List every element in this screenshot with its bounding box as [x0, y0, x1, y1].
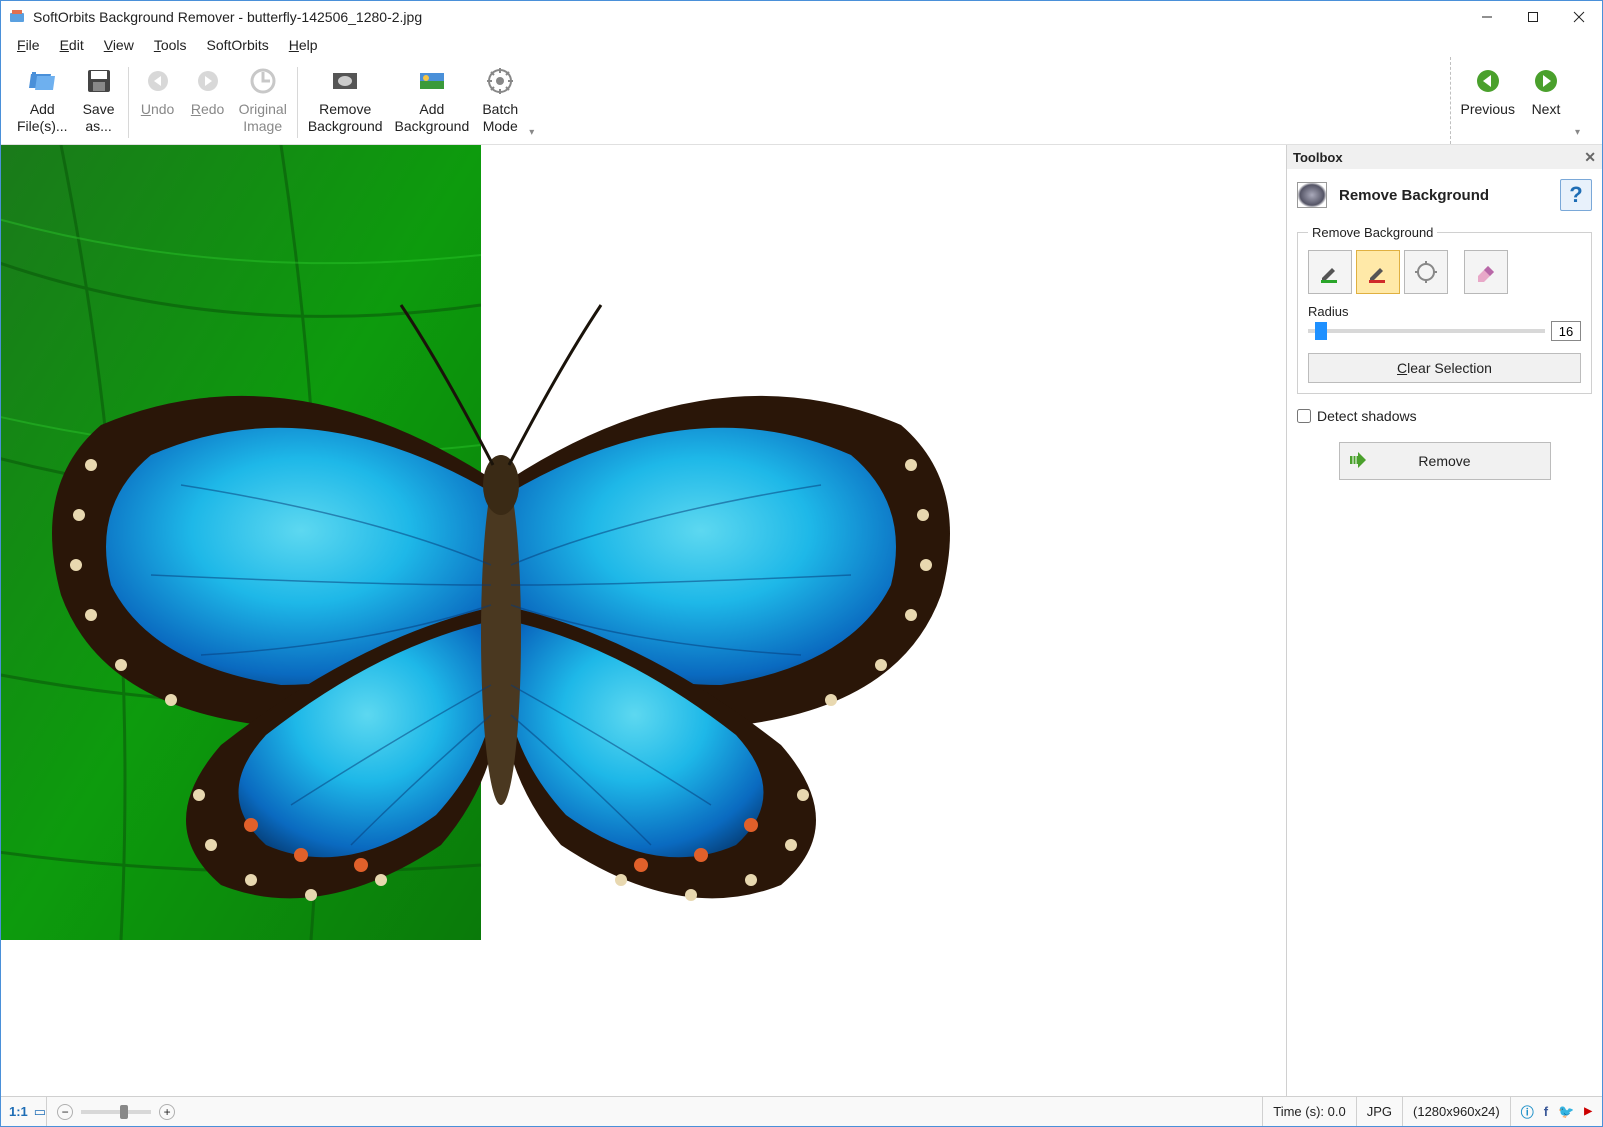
loaded-image	[1, 145, 965, 940]
zoom-out-button[interactable]: −	[57, 1104, 73, 1120]
next-button[interactable]: Next	[1521, 63, 1571, 120]
toolbox-close-icon[interactable]: ✕	[1584, 149, 1596, 166]
previous-button[interactable]: Previous	[1455, 63, 1521, 120]
detect-shadows-row[interactable]: Detect shadows	[1297, 408, 1592, 424]
radius-label: Radius	[1308, 304, 1581, 319]
radius-slider[interactable]	[1308, 329, 1545, 333]
remove-background-label: Remove Background	[308, 101, 383, 135]
remove-button[interactable]: Remove	[1339, 442, 1551, 480]
add-background-label: Add Background	[395, 101, 470, 135]
redo-button[interactable]: Redo	[183, 63, 233, 120]
remove-background-thumb-icon	[1297, 182, 1327, 208]
undo-label: Undo	[141, 101, 174, 118]
marker-red-button[interactable]	[1356, 250, 1400, 294]
toolbar: Add File(s)... Save as... Undo Redo Orig…	[1, 57, 1602, 145]
maximize-button[interactable]	[1510, 1, 1556, 33]
remove-background-icon	[329, 65, 361, 97]
zoom-in-button[interactable]: +	[159, 1104, 175, 1120]
redo-icon	[192, 65, 224, 97]
radius-slider-thumb[interactable]	[1315, 322, 1327, 340]
save-as-label: Save as...	[83, 101, 115, 135]
clear-selection-button[interactable]: Clear Selection	[1308, 353, 1581, 383]
menubar: File Edit View Tools SoftOrbits Help	[1, 33, 1602, 57]
social-links: ⓘ f 🐦 ▶	[1510, 1097, 1602, 1126]
menu-view[interactable]: View	[100, 35, 138, 55]
original-image-button[interactable]: Original Image	[233, 63, 293, 137]
menu-tools[interactable]: Tools	[150, 35, 191, 55]
remove-background-button[interactable]: Remove Background	[302, 63, 389, 137]
nav-overflow-icon[interactable]: ▾	[1571, 127, 1584, 138]
window-controls	[1464, 1, 1602, 33]
undo-button[interactable]: Undo	[133, 63, 183, 120]
previous-icon	[1472, 65, 1504, 97]
info-icon[interactable]: ⓘ	[1521, 1102, 1534, 1121]
add-files-icon	[26, 65, 58, 97]
help-button[interactable]: ?	[1560, 179, 1592, 211]
save-icon	[83, 65, 115, 97]
original-image-icon	[247, 65, 279, 97]
zoom-ratio[interactable]: 1:1	[9, 1104, 28, 1119]
app-icon	[9, 9, 25, 25]
batch-mode-icon	[484, 65, 516, 97]
auto-detect-button[interactable]	[1404, 250, 1448, 294]
remove-background-group: Remove Background Radius	[1297, 225, 1592, 394]
window-title: SoftOrbits Background Remover - butterfl…	[33, 9, 422, 25]
toolbox-header: Toolbox ✕	[1287, 145, 1602, 169]
image-foreground-butterfly	[41, 285, 961, 925]
save-as-button[interactable]: Save as...	[74, 63, 124, 137]
minimize-button[interactable]	[1464, 1, 1510, 33]
add-files-label: Add File(s)...	[17, 101, 68, 135]
add-files-button[interactable]: Add File(s)...	[11, 63, 74, 137]
next-icon	[1530, 65, 1562, 97]
close-button[interactable]	[1556, 1, 1602, 33]
menu-softorbits[interactable]: SoftOrbits	[203, 35, 273, 55]
status-dimensions: (1280x960x24)	[1402, 1097, 1510, 1126]
youtube-icon[interactable]: ▶	[1584, 1106, 1592, 1117]
eraser-button[interactable]	[1464, 250, 1508, 294]
undo-icon	[142, 65, 174, 97]
image-canvas[interactable]	[1, 145, 1286, 1096]
batch-mode-label: Batch Mode	[482, 101, 518, 135]
next-label: Next	[1532, 101, 1561, 118]
twitter-icon[interactable]: 🐦	[1558, 1104, 1574, 1120]
redo-label: Redo	[191, 101, 224, 118]
status-time: Time (s): 0.0	[1262, 1097, 1355, 1126]
original-image-label: Original Image	[239, 101, 287, 135]
detect-shadows-checkbox[interactable]	[1297, 409, 1311, 423]
titlebar: SoftOrbits Background Remover - butterfl…	[1, 1, 1602, 33]
menu-edit[interactable]: Edit	[56, 35, 88, 55]
radius-input[interactable]	[1551, 321, 1581, 341]
facebook-icon[interactable]: f	[1544, 1104, 1548, 1119]
menu-file[interactable]: File	[13, 35, 44, 55]
toolbox-section-title: Remove Background	[1339, 187, 1489, 204]
batch-mode-button[interactable]: Batch Mode	[475, 63, 525, 137]
add-background-icon	[416, 65, 448, 97]
remove-arrow-icon	[1350, 452, 1370, 471]
statusbar: 1:1 ▭ − + Time (s): 0.0 JPG (1280x960x24…	[1, 1096, 1602, 1126]
toolbox-panel: Toolbox ✕ Remove Background ? Remove Bac…	[1286, 145, 1602, 1096]
toolbar-overflow-icon[interactable]: ▾	[525, 127, 538, 138]
add-background-button[interactable]: Add Background	[389, 63, 476, 137]
remove-label: Remove	[1418, 453, 1470, 469]
zoom-slider[interactable]	[81, 1110, 151, 1114]
remove-background-legend: Remove Background	[1308, 225, 1437, 240]
toolbox-title: Toolbox	[1293, 150, 1343, 165]
detect-shadows-label: Detect shadows	[1317, 408, 1417, 424]
fit-to-window-icon[interactable]: ▭	[34, 1104, 46, 1120]
status-format: JPG	[1356, 1097, 1402, 1126]
menu-help[interactable]: Help	[285, 35, 322, 55]
previous-label: Previous	[1461, 101, 1515, 118]
marker-green-button[interactable]	[1308, 250, 1352, 294]
